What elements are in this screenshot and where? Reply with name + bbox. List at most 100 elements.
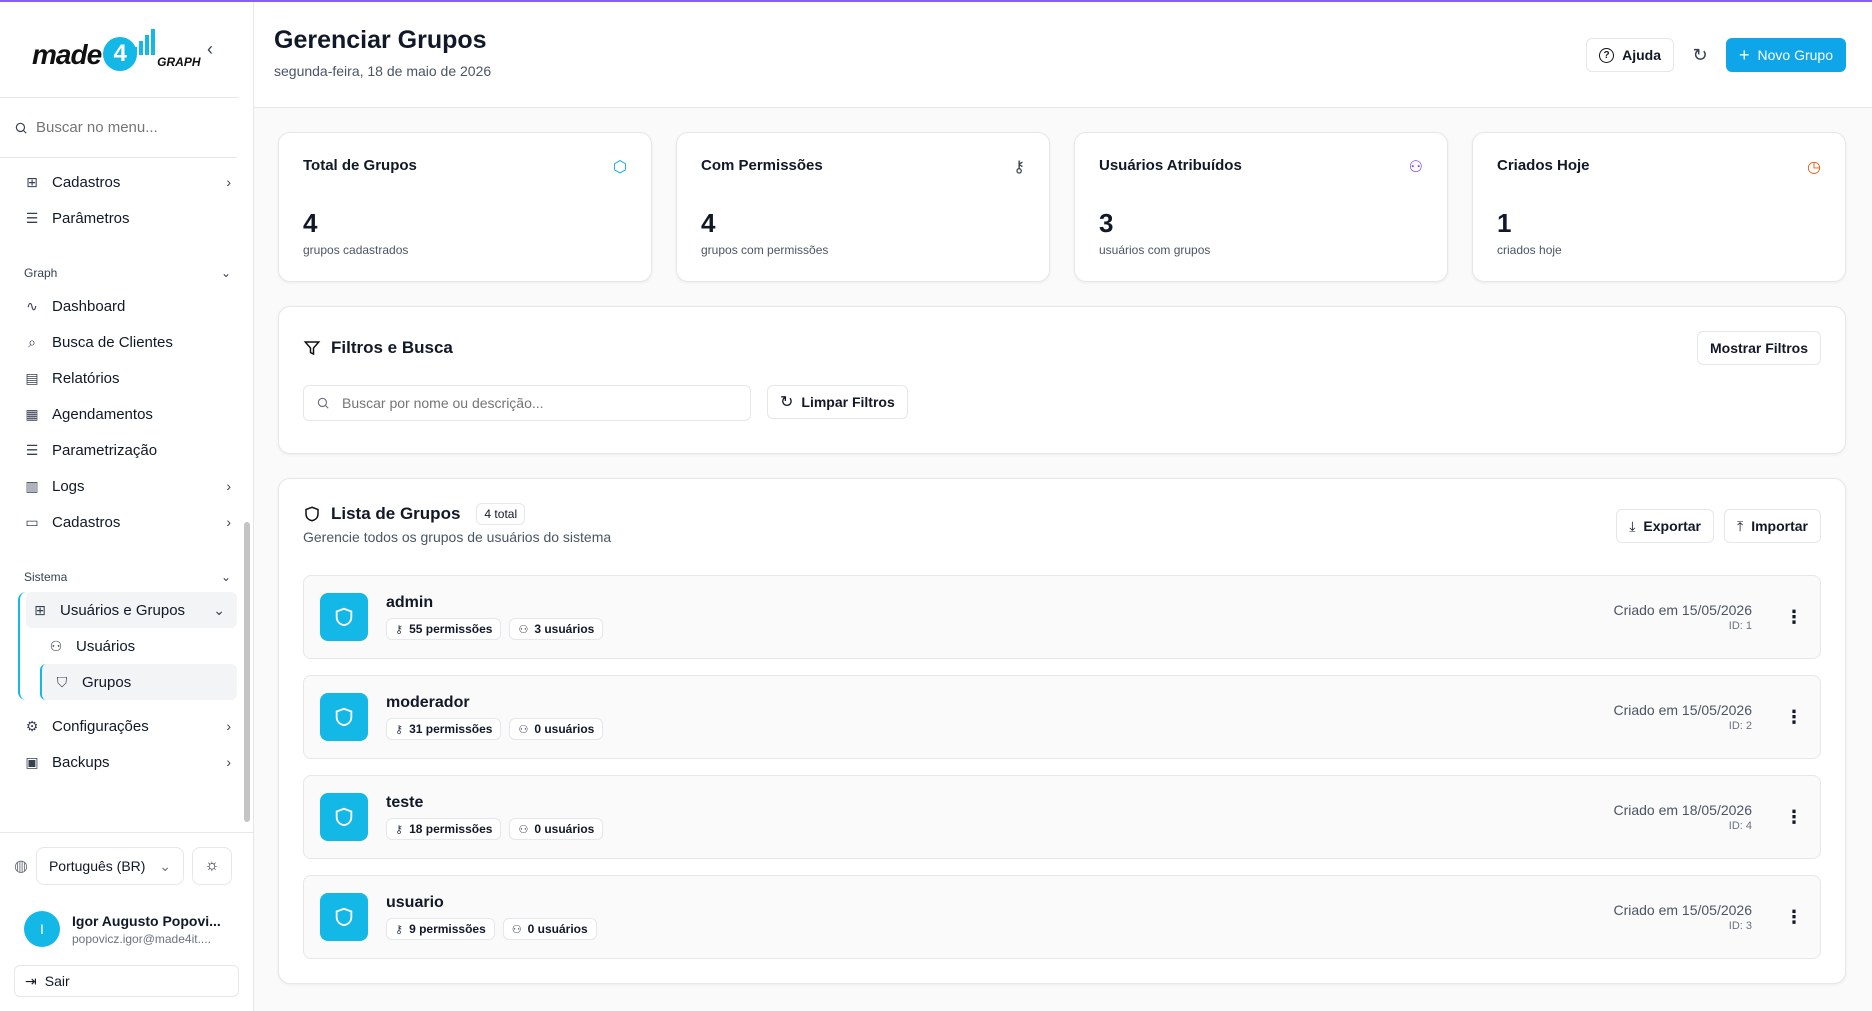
stats: Total de Grupos ⬡ 4 grupos cadastrados C… (278, 132, 1846, 282)
menu-search-input[interactable] (36, 119, 216, 136)
stat-sub: grupos cadastrados (303, 243, 409, 257)
group-row-teste[interactable]: teste ⚷ 18 permissões ⚇ 0 usuários Criado … (303, 775, 1821, 859)
users-count: 0 usuários (527, 922, 588, 936)
sidebar-item-cadastros[interactable]: ▭ Cadastros › (24, 504, 237, 540)
logo[interactable]: made 4 GRAPH (32, 28, 201, 71)
users-icon: ⚇ (511, 923, 522, 936)
language-select[interactable]: Português (BR) ⌄ (35, 847, 184, 885)
show-filters-label: Mostrar Filtros (1709, 340, 1808, 356)
import-button[interactable]: ⤒ Importar (1724, 509, 1821, 543)
logo-made: made (32, 38, 102, 70)
sidebar-item-grupos[interactable]: ⛉ Grupos (40, 664, 237, 700)
group-search-input[interactable] (342, 395, 722, 411)
help-button[interactable]: ? Ajuda (1586, 38, 1674, 72)
sidebar-scrollbar[interactable] (244, 522, 250, 822)
group-shield-icon (320, 893, 368, 941)
groups-list-card: Lista de Grupos 4 total Gerencie todos o… (278, 478, 1846, 984)
users-tag: ⚇ 3 usuários (509, 618, 604, 640)
archive-icon: ▣ (25, 753, 39, 770)
usuarios-grupos-group: ⊞ Usuários e Grupos ⌄ ⚇ Usuários ⛉ Grupo… (18, 592, 237, 700)
sidebar-bottom: ◍ Português (BR) ⌄ ☼ I Igor Augusto Popo… (0, 832, 253, 1011)
permissions-count: 31 permissões (409, 722, 493, 736)
avatar: I (24, 911, 60, 947)
user-profile[interactable]: I Igor Augusto Popovi... popovicz.igor@m… (14, 911, 239, 947)
export-label: Exportar (1643, 518, 1701, 534)
sidebar-item-label: Agendamentos (52, 405, 153, 423)
collapse-sidebar-icon[interactable]: ‹ (207, 39, 213, 60)
key-icon: ⚷ (395, 923, 404, 936)
stat-value: 1 (1497, 208, 1512, 238)
sidebar-item-parametros[interactable]: ☰ Parâmetros (24, 200, 237, 236)
logo-row: made 4 GRAPH ‹ (0, 2, 239, 98)
clear-filters-button[interactable]: ↻ Limpar Filtros (767, 385, 908, 419)
group-row-usuario[interactable]: usuario ⚷ 9 permissões ⚇ 0 usuários Criado… (303, 875, 1821, 959)
logout-button[interactable]: ⇥ Sair (14, 965, 239, 997)
sidebar-item-configuracoes[interactable]: ⚙ Configurações › (24, 708, 237, 744)
group-row-moderador[interactable]: moderador ⚷ 31 permissões ⚇ 0 usuários Cri… (303, 675, 1821, 759)
created-date: Criado em 15/05/2026 (1613, 902, 1752, 918)
logo-bars-icon (133, 28, 156, 55)
total-badge: 4 total (476, 503, 526, 525)
refresh-icon[interactable]: ↻ (1688, 45, 1712, 66)
chevron-down-icon: ⌄ (159, 857, 171, 874)
section-graph[interactable]: Graph ⌄ (24, 258, 237, 288)
sidebar-item-dashboard[interactable]: ∿ Dashboard (24, 288, 237, 324)
sidebar-item-backups[interactable]: ▣ Backups › (24, 744, 237, 780)
grid-icon: ⊞ (26, 173, 38, 190)
sidebar-item-agendamentos[interactable]: ▦ Agendamentos (24, 396, 237, 432)
users-count: 0 usuários (534, 822, 595, 836)
more-vertical-icon[interactable]: ⋮ (1784, 607, 1804, 628)
list-title: Lista de Grupos 4 total (303, 503, 611, 525)
sidebar-item-label: Parâmetros (52, 209, 130, 227)
permissions-tag: ⚷ 55 permissões (386, 618, 502, 640)
sidebar-item-label: Busca de Clientes (52, 333, 173, 351)
group-row-admin[interactable]: admin ⚷ 55 permissões ⚇ 3 usuários Criado … (303, 575, 1821, 659)
logout-label: Sair (44, 973, 70, 989)
import-label: Importar (1751, 518, 1808, 534)
clock-icon: ◷ (1807, 159, 1821, 176)
permissions-tag: ⚷ 31 permissões (386, 718, 502, 740)
stat-value: 4 (701, 208, 716, 238)
stat-label: Total de Grupos (303, 157, 417, 174)
section-label: Sistema (24, 570, 68, 584)
users-icon: ⚇ (518, 723, 529, 736)
show-filters-button[interactable]: Mostrar Filtros (1696, 331, 1821, 365)
stat-sub: usuários com grupos (1099, 243, 1211, 257)
menu-search[interactable] (0, 98, 237, 158)
created-date: Criado em 15/05/2026 (1613, 602, 1752, 618)
chevron-right-icon: › (226, 174, 231, 190)
sidebar-item-label: Dashboard (52, 297, 126, 315)
group-name: usuario (386, 894, 444, 911)
sidebar-item-relatorios[interactable]: ▤ Relatórios (24, 360, 237, 396)
users-count: 3 usuários (534, 622, 595, 636)
permissions-tag: ⚷ 9 permissões (386, 918, 495, 940)
sidebar-item-usuarios[interactable]: ⚇ Usuários (32, 628, 237, 664)
sliders-icon: ☰ (25, 209, 39, 226)
more-vertical-icon[interactable]: ⋮ (1784, 907, 1804, 928)
logo-four: 4 (103, 36, 138, 71)
more-vertical-icon[interactable]: ⋮ (1784, 707, 1804, 728)
section-sistema[interactable]: Sistema ⌄ (24, 562, 237, 592)
plus-icon: + (1739, 44, 1750, 65)
chevron-right-icon: › (226, 718, 231, 734)
more-vertical-icon[interactable]: ⋮ (1784, 807, 1804, 828)
language-value: Português (BR) (48, 858, 146, 874)
export-button[interactable]: ⤓ Exportar (1616, 509, 1714, 543)
new-group-button[interactable]: + Novo Grupo (1726, 38, 1846, 72)
sidebar-item-logs[interactable]: ▥ Logs › (24, 468, 237, 504)
sidebar-item-label: Backups (52, 753, 110, 771)
sidebar-item-label: Cadastros (52, 513, 121, 531)
sidebar-item-busca-clientes[interactable]: ⌕ Busca de Clientes (24, 324, 237, 360)
key-icon: ⚷ (395, 723, 404, 736)
stat-label: Com Permissões (701, 157, 823, 174)
created-date: Criado em 18/05/2026 (1613, 802, 1752, 818)
sidebar-item-usuarios-grupos[interactable]: ⊞ Usuários e Grupos ⌄ (26, 592, 237, 628)
sidebar-item-cadastros-top[interactable]: ⊞ Cadastros › (24, 164, 237, 200)
group-shield-icon (320, 693, 368, 741)
group-search[interactable] (303, 385, 751, 421)
clear-filters-label: Limpar Filtros (801, 394, 895, 410)
theme-toggle-button[interactable]: ☼ (191, 847, 232, 885)
sidebar-item-parametrizacao[interactable]: ☰ Parametrização (24, 432, 237, 468)
stat-value: 4 (303, 208, 318, 238)
key-icon: ⚷ (395, 823, 404, 836)
